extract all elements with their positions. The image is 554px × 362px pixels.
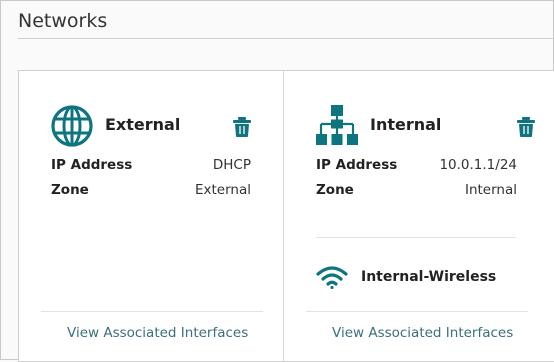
wifi-icon [316, 266, 348, 290]
ip-address-row: IP Address 10.0.1.1/24 [316, 157, 517, 173]
zone-value: External [194, 182, 251, 198]
section-divider [316, 237, 516, 238]
card-footer-divider [306, 311, 528, 312]
network-tree-icon [316, 105, 358, 145]
ip-address-label: IP Address [51, 157, 133, 173]
zone-label: Zone [316, 182, 354, 198]
trash-icon[interactable] [516, 116, 536, 138]
ip-address-label: IP Address [316, 157, 398, 173]
zone-value: Internal [464, 182, 517, 198]
zone-row: Zone External [51, 182, 251, 198]
ip-address-value: 10.0.1.1/24 [439, 157, 517, 173]
view-associated-interfaces-link[interactable]: View Associated Interfaces [332, 325, 513, 341]
card-footer-divider [41, 311, 263, 312]
zone-label: Zone [51, 182, 89, 198]
networks-panel: External IP Address DHCP Zone External V… [18, 70, 554, 362]
network-name: External [105, 115, 181, 134]
network-name: Internal [370, 115, 442, 134]
globe-icon [51, 105, 93, 147]
ip-address-value: DHCP [212, 157, 251, 173]
page-title: Networks [18, 10, 108, 32]
view-associated-interfaces-link[interactable]: View Associated Interfaces [67, 325, 248, 341]
network-card-internal: Internal IP Address 10.0.1.1/24 Zone Int… [284, 71, 554, 361]
network-card-external: External IP Address DHCP Zone External V… [19, 71, 284, 361]
trash-icon[interactable] [232, 116, 252, 138]
wireless-network-row[interactable]: Internal-Wireless [316, 265, 496, 290]
title-divider [18, 38, 553, 39]
wireless-network-name: Internal-Wireless [361, 269, 497, 285]
zone-row: Zone Internal [316, 182, 517, 198]
ip-address-row: IP Address DHCP [51, 157, 251, 173]
